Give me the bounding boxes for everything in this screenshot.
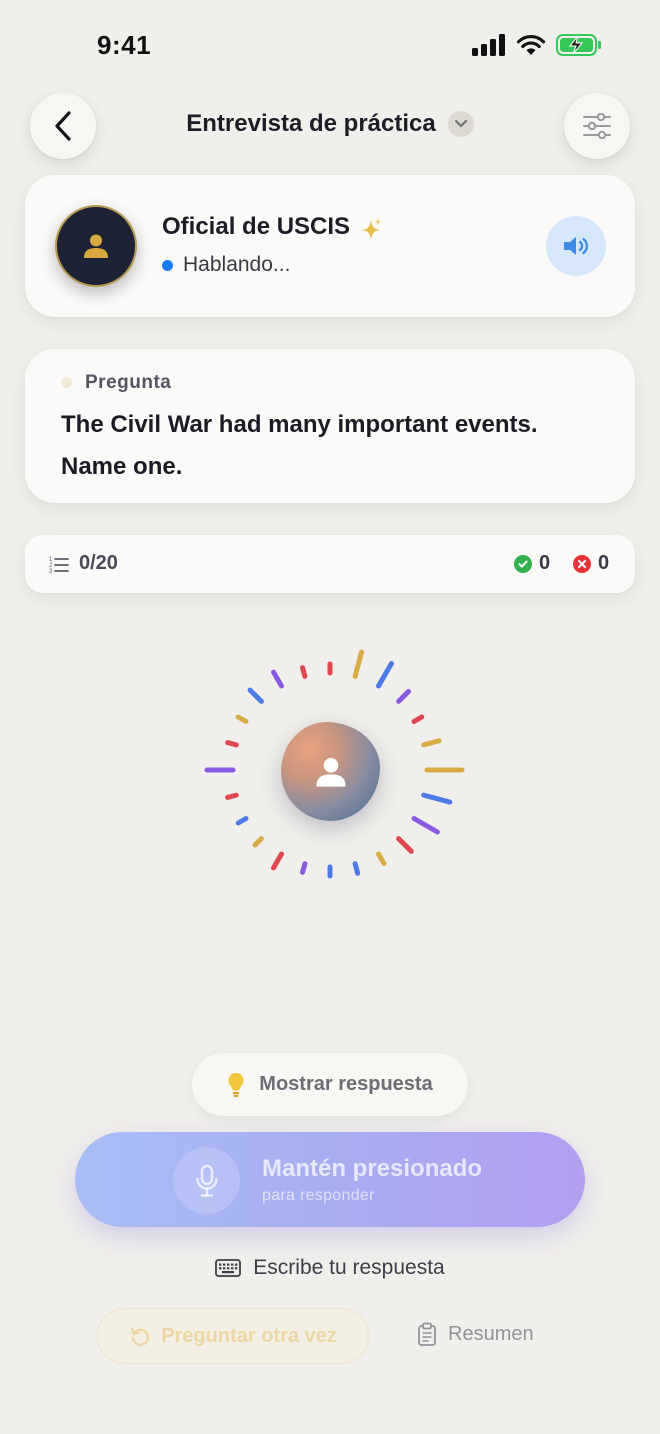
visualizer-tick — [225, 792, 239, 800]
visualizer-tick — [271, 669, 284, 689]
lightbulb-icon — [228, 1072, 244, 1097]
microphone-icon — [195, 1164, 218, 1197]
rotate-icon — [130, 1327, 150, 1346]
ask-again-label: Preguntar otra vez — [161, 1324, 337, 1347]
question-label: Pregunta — [85, 372, 172, 393]
keyboard-icon — [215, 1259, 242, 1277]
speaker-button[interactable] — [546, 216, 606, 276]
visualizer-tick — [376, 660, 394, 689]
visualizer-tick — [252, 836, 264, 848]
question-text: The Civil War had many important events.… — [61, 411, 538, 480]
show-answer-label: Mostrar respuesta — [259, 1073, 433, 1095]
title-dropdown[interactable]: Entrevista de práctica — [0, 110, 660, 138]
visualizer-tick — [247, 687, 264, 704]
show-answer-button[interactable]: Mostrar respuesta — [192, 1053, 468, 1116]
sliders-icon — [583, 113, 611, 139]
list-numbered-icon: 1 2 3 — [49, 557, 69, 573]
chevron-down-icon — [447, 111, 474, 137]
visualizer-tick — [225, 740, 239, 748]
visualizer-tick — [352, 861, 361, 876]
visualizer-tick — [352, 649, 365, 679]
person-icon — [315, 757, 346, 787]
battery-charging-icon — [556, 34, 601, 56]
visualizer-tick — [421, 792, 453, 805]
page-title: Entrevista de práctica — [186, 110, 436, 137]
correct-count: 0 — [539, 552, 551, 574]
status-time: 9:41 — [97, 30, 152, 60]
person-icon — [84, 234, 108, 258]
visualizer-tick — [376, 851, 387, 867]
wifi-icon — [516, 34, 546, 55]
sparkle-icon — [362, 218, 382, 240]
type-answer-label: Escribe tu respuesta — [253, 1256, 445, 1279]
visualizer-tick — [411, 816, 440, 835]
visualizer-tick — [235, 816, 249, 826]
officer-avatar — [55, 205, 137, 287]
speaking-indicator — [162, 260, 173, 271]
mic-button[interactable] — [173, 1147, 240, 1214]
signal-icon — [472, 34, 505, 56]
status-icons — [472, 34, 602, 56]
visualizer-tick — [300, 665, 308, 679]
type-answer-link[interactable]: Escribe tu respuesta — [0, 1256, 660, 1280]
officer-name: Oficial de USCIS — [162, 213, 351, 240]
svg-text:3: 3 — [49, 569, 53, 573]
hold-subtitle: para responder — [262, 1187, 375, 1204]
visualizer-tick — [235, 714, 249, 724]
visualizer-tick — [396, 689, 411, 704]
summary-label: Resumen — [448, 1322, 534, 1345]
visualizer-tick — [421, 738, 442, 748]
check-circle-icon — [514, 555, 532, 573]
settings-button[interactable] — [564, 93, 630, 159]
summary-button[interactable]: Resumen — [417, 1322, 534, 1346]
visualizer-tick — [411, 714, 425, 724]
clipboard-icon — [418, 1322, 436, 1346]
wrong-count: 0 — [598, 552, 610, 574]
visualizer-tick — [396, 836, 414, 854]
hold-title: Mantén presionado — [262, 1155, 483, 1182]
visualizer-tick — [271, 851, 284, 871]
question-dot — [61, 377, 72, 388]
ask-again-button[interactable]: Preguntar otra vez — [97, 1308, 369, 1364]
speaker-icon — [564, 237, 588, 255]
visualizer-tick — [300, 861, 308, 875]
x-circle-icon — [573, 555, 591, 573]
officer-status: Hablando... — [183, 253, 291, 276]
question-progress: 0/20 — [79, 552, 118, 574]
